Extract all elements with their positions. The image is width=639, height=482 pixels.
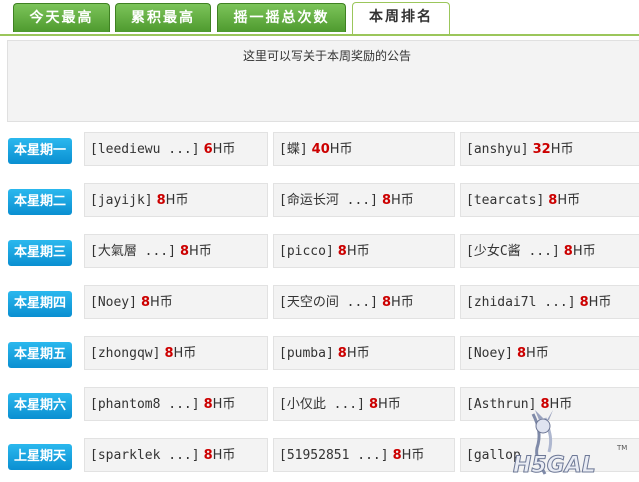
user-name-link[interactable]: [picco] — [279, 244, 334, 259]
coin-unit: H币 — [378, 397, 401, 412]
user-name-link[interactable]: [leediewu ...] — [90, 142, 200, 157]
rank-entry: [Noey] 8H币 — [84, 285, 268, 319]
coin-unit: H币 — [391, 295, 414, 310]
day-badge: 本星期四 — [8, 291, 72, 317]
notice-text: 这里可以写关于本周奖励的公告 — [242, 49, 411, 63]
user-name-link[interactable]: [命运长河 ...] — [279, 193, 378, 208]
rank-entry: [zhongqw] 8H币 — [84, 336, 268, 370]
coin-amount: 8 — [563, 244, 573, 259]
user-name-link[interactable]: [大氣層 ...] — [90, 244, 176, 259]
coin-unit: H币 — [212, 397, 236, 412]
coin-amount: 8 — [381, 193, 392, 208]
rank-entry: [小仅此 ...] 8H币 — [273, 387, 455, 421]
user-name-link[interactable]: [Noey] — [90, 295, 137, 310]
coin-unit: H币 — [588, 295, 612, 310]
coin-unit: H币 — [572, 244, 596, 259]
coin-unit: H币 — [346, 244, 370, 259]
coin-amount: 6 — [203, 142, 213, 157]
rank-entry: [Noey] 8H币 — [460, 336, 639, 370]
day-badge: 本星期三 — [8, 240, 72, 266]
rank-entry: [命运长河 ...] 8H币 — [273, 183, 455, 217]
coin-unit: H币 — [212, 448, 236, 463]
tab-weekly-rank[interactable]: 本周排名 — [352, 2, 450, 34]
day-badge: 上星期天 — [8, 444, 72, 470]
weekly-notice: 这里可以写关于本周奖励的公告 — [7, 40, 639, 122]
coin-unit: H币 — [346, 346, 370, 361]
coin-unit: H币 — [391, 193, 414, 208]
user-name-link[interactable]: [phantom8 ...] — [90, 397, 200, 412]
coin-amount: 8 — [548, 193, 558, 208]
day-badge: 本星期一 — [8, 138, 72, 164]
rank-entry: [anshyu] 32H币 — [460, 132, 639, 166]
coin-unit: H币 — [329, 142, 353, 157]
coin-amount: 8 — [392, 448, 402, 463]
coin-unit: H币 — [550, 142, 574, 157]
rank-entry: [phantom8 ...] 8H币 — [84, 387, 268, 421]
coin-amount: 8 — [579, 295, 589, 310]
user-name-link[interactable]: [zhongqw] — [90, 346, 160, 361]
rank-entry: [pumba] 8H币 — [273, 336, 455, 370]
logo-trademark: TM — [616, 444, 627, 452]
user-name-link[interactable]: [少女C酱 ...] — [466, 244, 560, 259]
coin-amount: 8 — [337, 346, 347, 361]
coin-unit: H币 — [165, 193, 189, 208]
coin-unit: H币 — [557, 193, 581, 208]
site-logo: H5GAL TM — [513, 410, 627, 479]
user-name-link[interactable]: [小仅此 ...] — [279, 397, 365, 412]
rank-entry: [蝶] 40H币 — [273, 132, 455, 166]
coin-amount: 8 — [164, 346, 174, 361]
coin-unit: H币 — [173, 346, 197, 361]
day-badge: 本星期二 — [8, 189, 72, 215]
rank-entry: [sparklek ...] 8H币 — [84, 438, 268, 472]
coin-amount: 8 — [203, 448, 213, 463]
coin-unit: H币 — [212, 142, 236, 157]
user-name-link[interactable]: [zhidai7l ...] — [466, 295, 576, 310]
rank-entry: [tearcats] 8H币 — [460, 183, 639, 217]
coin-amount: 8 — [368, 397, 379, 412]
user-name-link[interactable]: [sparklek ...] — [90, 448, 200, 463]
rank-entry: [picco] 8H币 — [273, 234, 455, 268]
user-name-link[interactable]: [天空の间 ...] — [279, 295, 378, 310]
coin-amount: 32 — [532, 142, 551, 157]
tab-cumulative-top[interactable]: 累积最高 — [115, 3, 211, 32]
rank-entry: [51952851 ...] 8H币 — [273, 438, 455, 472]
rank-entry: [大氣層 ...] 8H币 — [84, 234, 268, 268]
rank-entry: [天空の间 ...] 8H币 — [273, 285, 455, 319]
coin-amount: 8 — [381, 295, 392, 310]
coin-amount: 8 — [140, 295, 151, 310]
coin-unit: H币 — [401, 448, 425, 463]
coin-unit: H币 — [526, 346, 549, 361]
tab-shake-total[interactable]: 摇一摇总次数 — [217, 3, 346, 32]
tab-today-top[interactable]: 今天最高 — [13, 3, 110, 32]
user-name-link[interactable]: [jayijk] — [90, 193, 153, 208]
coin-unit: H币 — [150, 295, 173, 310]
user-name-link[interactable]: [51952851 ...] — [279, 448, 389, 463]
coin-amount: 8 — [516, 346, 527, 361]
user-name-link[interactable]: [蝶] — [279, 142, 308, 157]
coin-amount: 8 — [156, 193, 166, 208]
coin-amount: 8 — [203, 397, 213, 412]
user-name-link[interactable]: [anshyu] — [466, 142, 529, 157]
user-name-link[interactable]: [pumba] — [279, 346, 334, 361]
user-name-link[interactable]: [Noey] — [466, 346, 513, 361]
rank-entry: [leediewu ...] 6H币 — [84, 132, 268, 166]
coin-unit: H币 — [189, 244, 212, 259]
day-badge: 本星期六 — [8, 393, 72, 419]
logo-text: H5GAL — [513, 453, 596, 478]
day-badge: 本星期五 — [8, 342, 72, 368]
coin-amount: 40 — [311, 142, 330, 157]
coin-amount: 8 — [337, 244, 347, 259]
tab-bar: 今天最高 累积最高 摇一摇总次数 本周排名 — [0, 0, 639, 36]
rank-entry: [少女C酱 ...] 8H币 — [460, 234, 639, 268]
rank-entry: [zhidai7l ...] 8H币 — [460, 285, 639, 319]
coin-amount: 8 — [179, 244, 190, 259]
rank-entry: [jayijk] 8H币 — [84, 183, 268, 217]
user-name-link[interactable]: [tearcats] — [466, 193, 544, 208]
